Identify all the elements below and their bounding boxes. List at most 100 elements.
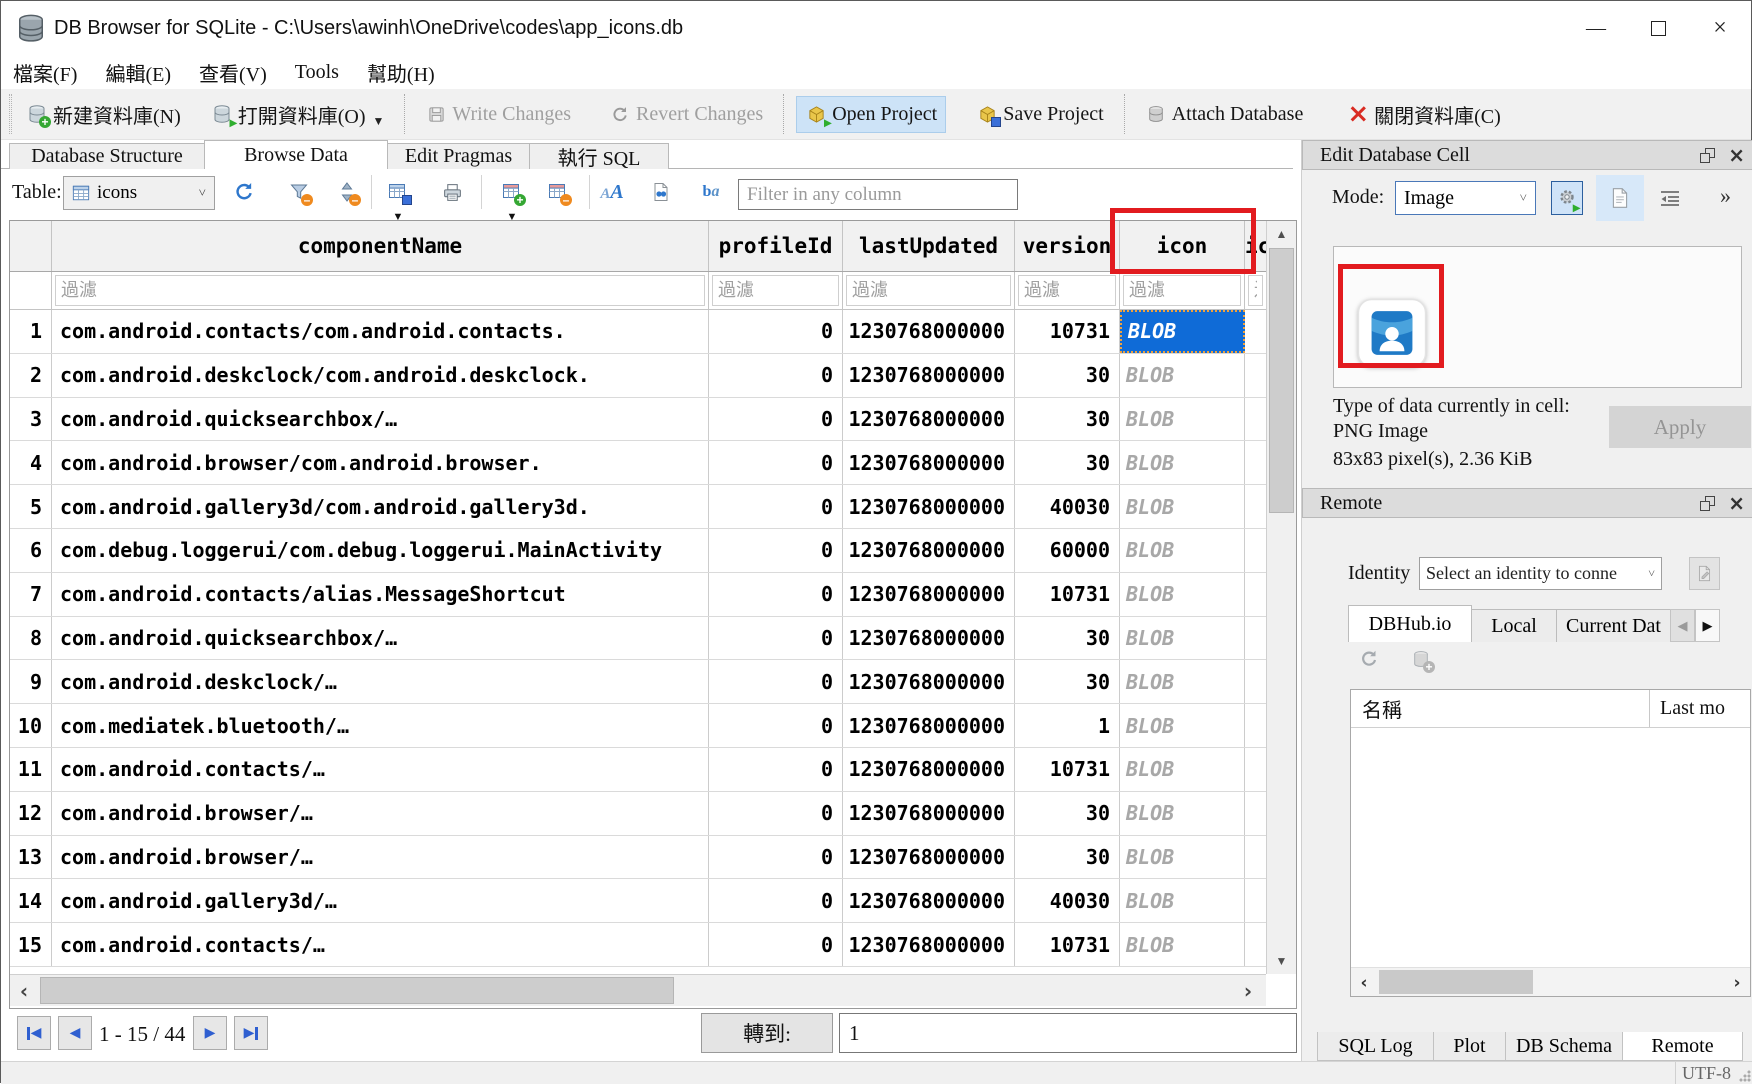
cell-partial[interactable] xyxy=(1245,529,1266,572)
cell-partial[interactable] xyxy=(1245,573,1266,616)
more-tools-icon[interactable]: » xyxy=(1720,183,1731,209)
edit-display-format-button[interactable]: AA xyxy=(597,177,627,207)
clear-filters-button[interactable]: – xyxy=(284,177,314,207)
cell-profileId[interactable]: 0 xyxy=(709,617,843,660)
tab-sql-log[interactable]: SQL Log xyxy=(1317,1032,1434,1061)
cell-componentName[interactable]: com.android.browser/… xyxy=(52,836,709,879)
open-project-button[interactable]: ▸ Open Project xyxy=(796,96,946,133)
cell-icon[interactable]: BLOB xyxy=(1120,923,1245,966)
remote-scrollbar-thumb[interactable] xyxy=(1379,970,1533,994)
filter-any-column-input[interactable] xyxy=(738,179,1018,210)
float-panel-icon[interactable] xyxy=(1700,148,1715,163)
new-database-button[interactable]: + 新建資料庫(N) xyxy=(18,94,189,135)
cell-componentName[interactable]: com.android.browser/com.android.browser. xyxy=(52,441,709,484)
cell-partial[interactable] xyxy=(1245,398,1266,441)
cell-profileId[interactable]: 0 xyxy=(709,704,843,747)
cell-rownum[interactable]: 14 xyxy=(10,879,52,922)
cell-profileId[interactable]: 0 xyxy=(709,792,843,835)
cell-partial[interactable] xyxy=(1245,836,1266,879)
vertical-scrollbar-thumb[interactable] xyxy=(1269,248,1294,513)
cell-version[interactable]: 1 xyxy=(1015,704,1120,747)
filter-profileId-input[interactable] xyxy=(712,275,839,306)
cell-lastUpdated[interactable]: 1230768000000 xyxy=(843,485,1015,528)
cell-icon[interactable]: BLOB xyxy=(1120,441,1245,484)
cell-profileId[interactable]: 0 xyxy=(709,529,843,572)
vertical-scrollbar[interactable]: ▲ ▼ xyxy=(1266,221,1296,974)
cell-icon[interactable]: BLOB xyxy=(1120,529,1245,572)
cell-componentName[interactable]: com.android.deskclock/com.android.deskcl… xyxy=(52,354,709,397)
tab-browse-data[interactable]: Browse Data xyxy=(204,140,388,169)
cell-profileId[interactable]: 0 xyxy=(709,836,843,879)
cell-componentName[interactable]: com.android.deskclock/… xyxy=(52,660,709,703)
tab-edit-pragmas[interactable]: Edit Pragmas xyxy=(387,143,530,169)
cell-profileId[interactable]: 0 xyxy=(709,748,843,791)
cell-rownum[interactable]: 9 xyxy=(10,660,52,703)
cell-lastUpdated[interactable]: 1230768000000 xyxy=(843,573,1015,616)
cell-lastUpdated[interactable]: 1230768000000 xyxy=(843,617,1015,660)
cell-lastUpdated[interactable]: 1230768000000 xyxy=(843,923,1015,966)
close-panel-icon[interactable]: × xyxy=(1728,491,1745,515)
cell-rownum[interactable]: 4 xyxy=(10,441,52,484)
cell-profileId[interactable]: 0 xyxy=(709,354,843,397)
cell-version[interactable]: 30 xyxy=(1015,354,1120,397)
replace-button[interactable]: ba xyxy=(696,177,726,207)
cell-componentName[interactable]: com.android.contacts/com.android.contact… xyxy=(52,310,709,353)
scroll-right-icon[interactable]: › xyxy=(1234,975,1262,1007)
open-database-dropdown-icon[interactable]: ▼ xyxy=(373,114,385,129)
cell-componentName[interactable]: com.android.gallery3d/… xyxy=(52,879,709,922)
identity-select[interactable]: Select an identity to conne ˅ xyxy=(1419,557,1662,590)
resize-grip[interactable] xyxy=(1739,1070,1751,1082)
refresh-button[interactable] xyxy=(229,177,259,207)
horizontal-scrollbar[interactable]: ‹ › xyxy=(10,974,1266,1006)
cell-rownum[interactable]: 2 xyxy=(10,354,52,397)
cell-componentName[interactable]: com.android.contacts/alias.MessageShortc… xyxy=(52,573,709,616)
cell-rownum[interactable]: 3 xyxy=(10,398,52,441)
cell-rownum[interactable]: 15 xyxy=(10,923,52,966)
scroll-down-icon[interactable]: ▼ xyxy=(1267,948,1296,974)
cell-icon[interactable]: BLOB xyxy=(1120,617,1245,660)
cell-lastUpdated[interactable]: 1230768000000 xyxy=(843,792,1015,835)
cell-lastUpdated[interactable]: 1230768000000 xyxy=(843,660,1015,703)
cell-version[interactable]: 10731 xyxy=(1015,310,1120,353)
last-record-button[interactable]: ▶ xyxy=(234,1016,268,1050)
cell-rownum[interactable]: 8 xyxy=(10,617,52,660)
header-lastUpdated[interactable]: lastUpdated xyxy=(843,221,1015,271)
attach-database-button[interactable]: Attach Database xyxy=(1137,97,1312,132)
cell-lastUpdated[interactable]: 1230768000000 xyxy=(843,748,1015,791)
cell-rownum[interactable]: 11 xyxy=(10,748,52,791)
menu-edit[interactable]: 編輯(E) xyxy=(105,58,171,87)
cell-profileId[interactable]: 0 xyxy=(709,441,843,484)
cell-partial[interactable] xyxy=(1245,617,1266,660)
cell-version[interactable]: 60000 xyxy=(1015,529,1120,572)
cell-lastUpdated[interactable]: 1230768000000 xyxy=(843,529,1015,572)
scroll-left-icon[interactable]: ‹ xyxy=(10,975,38,1007)
cell-componentName[interactable]: com.debug.loggerui/com.debug.loggerui.Ma… xyxy=(52,529,709,572)
cell-icon[interactable]: BLOB xyxy=(1120,660,1245,703)
cell-profileId[interactable]: 0 xyxy=(709,879,843,922)
cell-version[interactable]: 40030 xyxy=(1015,485,1120,528)
cell-icon[interactable]: BLOB xyxy=(1120,879,1245,922)
cell-version[interactable]: 30 xyxy=(1015,398,1120,441)
cell-rownum[interactable]: 12 xyxy=(10,792,52,835)
cell-lastUpdated[interactable]: 1230768000000 xyxy=(843,836,1015,879)
cell-lastUpdated[interactable]: 1230768000000 xyxy=(843,398,1015,441)
apply-button[interactable]: Apply xyxy=(1609,406,1751,448)
cell-rownum[interactable]: 10 xyxy=(10,704,52,747)
delete-record-button[interactable]: – xyxy=(543,177,573,207)
find-in-cells-button[interactable] xyxy=(646,177,676,207)
cell-icon[interactable]: BLOB xyxy=(1120,836,1245,879)
menu-help[interactable]: 幫助(H) xyxy=(367,58,435,87)
cell-partial[interactable] xyxy=(1245,485,1266,528)
cell-version[interactable]: 10731 xyxy=(1015,573,1120,616)
filter-icon-input[interactable] xyxy=(1123,275,1241,306)
cell-lastUpdated[interactable]: 1230768000000 xyxy=(843,704,1015,747)
print-button[interactable] xyxy=(437,177,467,207)
header-profileId[interactable]: profileId xyxy=(709,221,843,271)
cell-version[interactable]: 30 xyxy=(1015,617,1120,660)
cell-profileId[interactable]: 0 xyxy=(709,485,843,528)
close-button[interactable]: × xyxy=(1689,1,1751,55)
cell-icon[interactable]: BLOB xyxy=(1120,310,1245,353)
cell-profileId[interactable]: 0 xyxy=(709,310,843,353)
scroll-right-icon[interactable]: › xyxy=(1724,968,1750,997)
cell-partial[interactable] xyxy=(1245,748,1266,791)
